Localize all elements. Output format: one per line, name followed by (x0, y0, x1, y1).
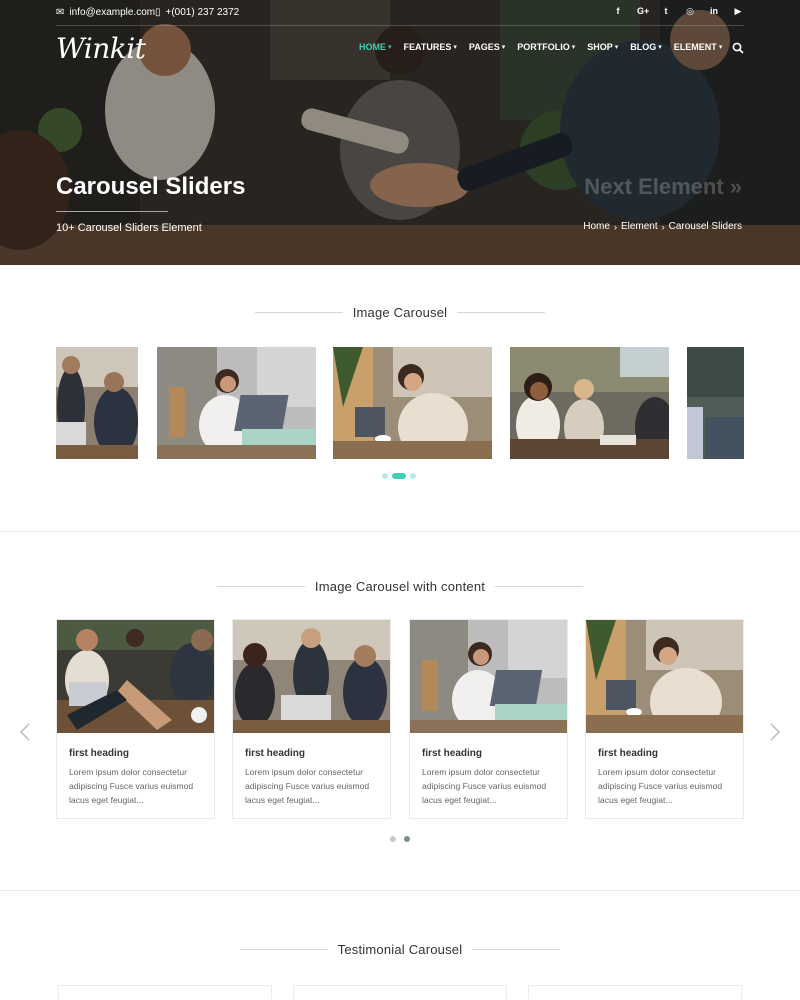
facebook-icon[interactable]: f (613, 6, 623, 17)
site-logo[interactable]: Winkit (56, 32, 146, 65)
nav-shop[interactable]: SHOP ▾ (587, 42, 618, 52)
card-image (586, 620, 743, 736)
card-image (57, 620, 214, 733)
chevron-down-icon: ▾ (658, 44, 662, 51)
carousel-slide-image (56, 347, 138, 459)
title-underline (56, 211, 168, 212)
content-card[interactable]: first heading Lorem ipsum dolor consecte… (232, 619, 391, 819)
google-plus-icon[interactable]: G+ (637, 6, 649, 17)
image-carousel-heading: Image Carousel (0, 305, 800, 320)
chevron-down-icon: ▾ (501, 44, 506, 51)
heading-line (495, 586, 584, 587)
nav-label: PORTFOLIO (517, 42, 570, 52)
youtube-icon[interactable]: ▶ (733, 6, 743, 17)
social-links: f G+ t ◎ in ▶ (613, 6, 743, 17)
email-text: info@example.com (69, 7, 156, 18)
twitter-icon[interactable]: t (661, 6, 671, 17)
carousel-slide-image (333, 347, 492, 459)
phone-icon: ▯ (155, 7, 161, 18)
card-image (233, 620, 390, 733)
breadcrumb-home[interactable]: Home (583, 221, 610, 232)
card-text: Lorem ipsum dolor consectetur adipiscing… (69, 767, 194, 805)
card-title[interactable]: first heading (422, 748, 482, 759)
content-card[interactable]: first heading Lorem ipsum dolor consecte… (585, 619, 744, 819)
image-carousel[interactable] (56, 347, 744, 459)
carousel-slide-image (510, 347, 669, 459)
breadcrumb: Home › Element › Carousel Sliders (583, 221, 742, 232)
next-arrow-icon[interactable] (768, 722, 782, 742)
topbar-phone[interactable]: ▯ +(001) 237 2372 (155, 7, 239, 18)
chevron-down-icon: ▾ (453, 44, 457, 51)
main-nav: HOME ▾ FEATURES ▾ PAGES ▾ PORTFOLIO ▾ SHOP ▾ … (359, 42, 734, 52)
nav-label: BLOG (630, 42, 657, 52)
nav-home[interactable]: HOME ▾ (359, 42, 392, 52)
card-text: Lorem ipsum dolor consectetur adipiscing… (598, 767, 723, 805)
prev-arrow-icon[interactable] (18, 722, 32, 742)
page-subtitle: 10+ Carousel Sliders Element (56, 222, 202, 234)
heading-line (472, 949, 561, 950)
content-carousel-pagination (390, 836, 410, 842)
pagination-dot-active[interactable] (404, 836, 410, 842)
image-carousel-pagination (382, 473, 416, 479)
nav-label: PAGES (468, 42, 500, 52)
heading-line (457, 312, 546, 313)
section-title: Testimonial Carousel (337, 942, 463, 957)
content-card[interactable]: first heading Lorem ipsum dolor consecte… (409, 619, 568, 819)
card-title[interactable]: first heading (69, 748, 129, 759)
pagination-dot[interactable] (410, 473, 416, 479)
nav-features[interactable]: FEATURES ▾ (404, 42, 457, 52)
next-element-link[interactable]: Next Element » (584, 174, 742, 200)
carousel-slide-image (157, 347, 316, 459)
nav-pages[interactable]: PAGES ▾ (469, 42, 505, 52)
testimonial-heading: Testimonial Carousel (0, 942, 800, 957)
topbar-divider (56, 25, 744, 26)
content-card[interactable]: first heading Lorem ipsum dolor consecte… (56, 619, 215, 819)
nav-label: ELEMENT (673, 42, 717, 52)
hero-banner: ✉ info@example.com ▯ +(001) 237 2372 f G… (0, 0, 800, 265)
section-title: Image Carousel (352, 305, 448, 320)
content-carousel-heading: Image Carousel with content (0, 579, 800, 594)
testimonial-card (293, 985, 507, 1000)
pagination-dot[interactable] (382, 473, 388, 479)
card-title[interactable]: first heading (598, 748, 658, 759)
heading-line (239, 949, 328, 950)
pagination-dot[interactable] (390, 836, 396, 842)
testimonial-card (528, 985, 742, 1000)
nav-portfolio[interactable]: PORTFOLIO ▾ (517, 42, 575, 52)
card-text: Lorem ipsum dolor consectetur adipiscing… (245, 767, 370, 805)
page-title: Carousel Sliders (56, 173, 246, 200)
topbar: ✉ info@example.com ▯ +(001) 237 2372 f G… (0, 0, 800, 26)
envelope-icon: ✉ (56, 7, 65, 18)
chevron-down-icon: ▾ (614, 44, 619, 51)
search-icon[interactable] (732, 42, 744, 54)
section-divider (0, 531, 800, 532)
carousel-slide-image (687, 347, 744, 459)
topbar-email[interactable]: ✉ info@example.com (56, 7, 155, 18)
chevron-down-icon: ▾ (718, 44, 723, 51)
heading-line (216, 586, 305, 587)
instagram-icon[interactable]: ◎ (685, 6, 695, 17)
card-title[interactable]: first heading (245, 748, 305, 759)
nav-label: FEATURES (403, 42, 452, 52)
linkedin-icon[interactable]: in (709, 6, 719, 17)
section-title: Image Carousel with content (314, 579, 486, 594)
card-image (410, 620, 567, 733)
nav-element[interactable]: ELEMENT ▾ (674, 42, 723, 52)
breadcrumb-element[interactable]: Element (621, 221, 658, 232)
chevron-down-icon: ▾ (571, 44, 576, 51)
nav-label: SHOP (587, 42, 613, 52)
nav-label: HOME (359, 42, 386, 52)
card-text: Lorem ipsum dolor consectetur adipiscing… (422, 767, 547, 805)
heading-line (254, 312, 343, 313)
chevron-down-icon: ▾ (388, 44, 392, 51)
testimonial-card (58, 985, 272, 1000)
chevron-right-icon: › (661, 221, 665, 232)
section-divider (0, 890, 800, 891)
nav-blog[interactable]: BLOG ▾ (630, 42, 662, 52)
breadcrumb-current: Carousel Sliders (668, 221, 742, 232)
pagination-dot-active[interactable] (392, 473, 406, 479)
chevron-right-icon: › (613, 221, 617, 232)
phone-text: +(001) 237 2372 (165, 7, 240, 18)
